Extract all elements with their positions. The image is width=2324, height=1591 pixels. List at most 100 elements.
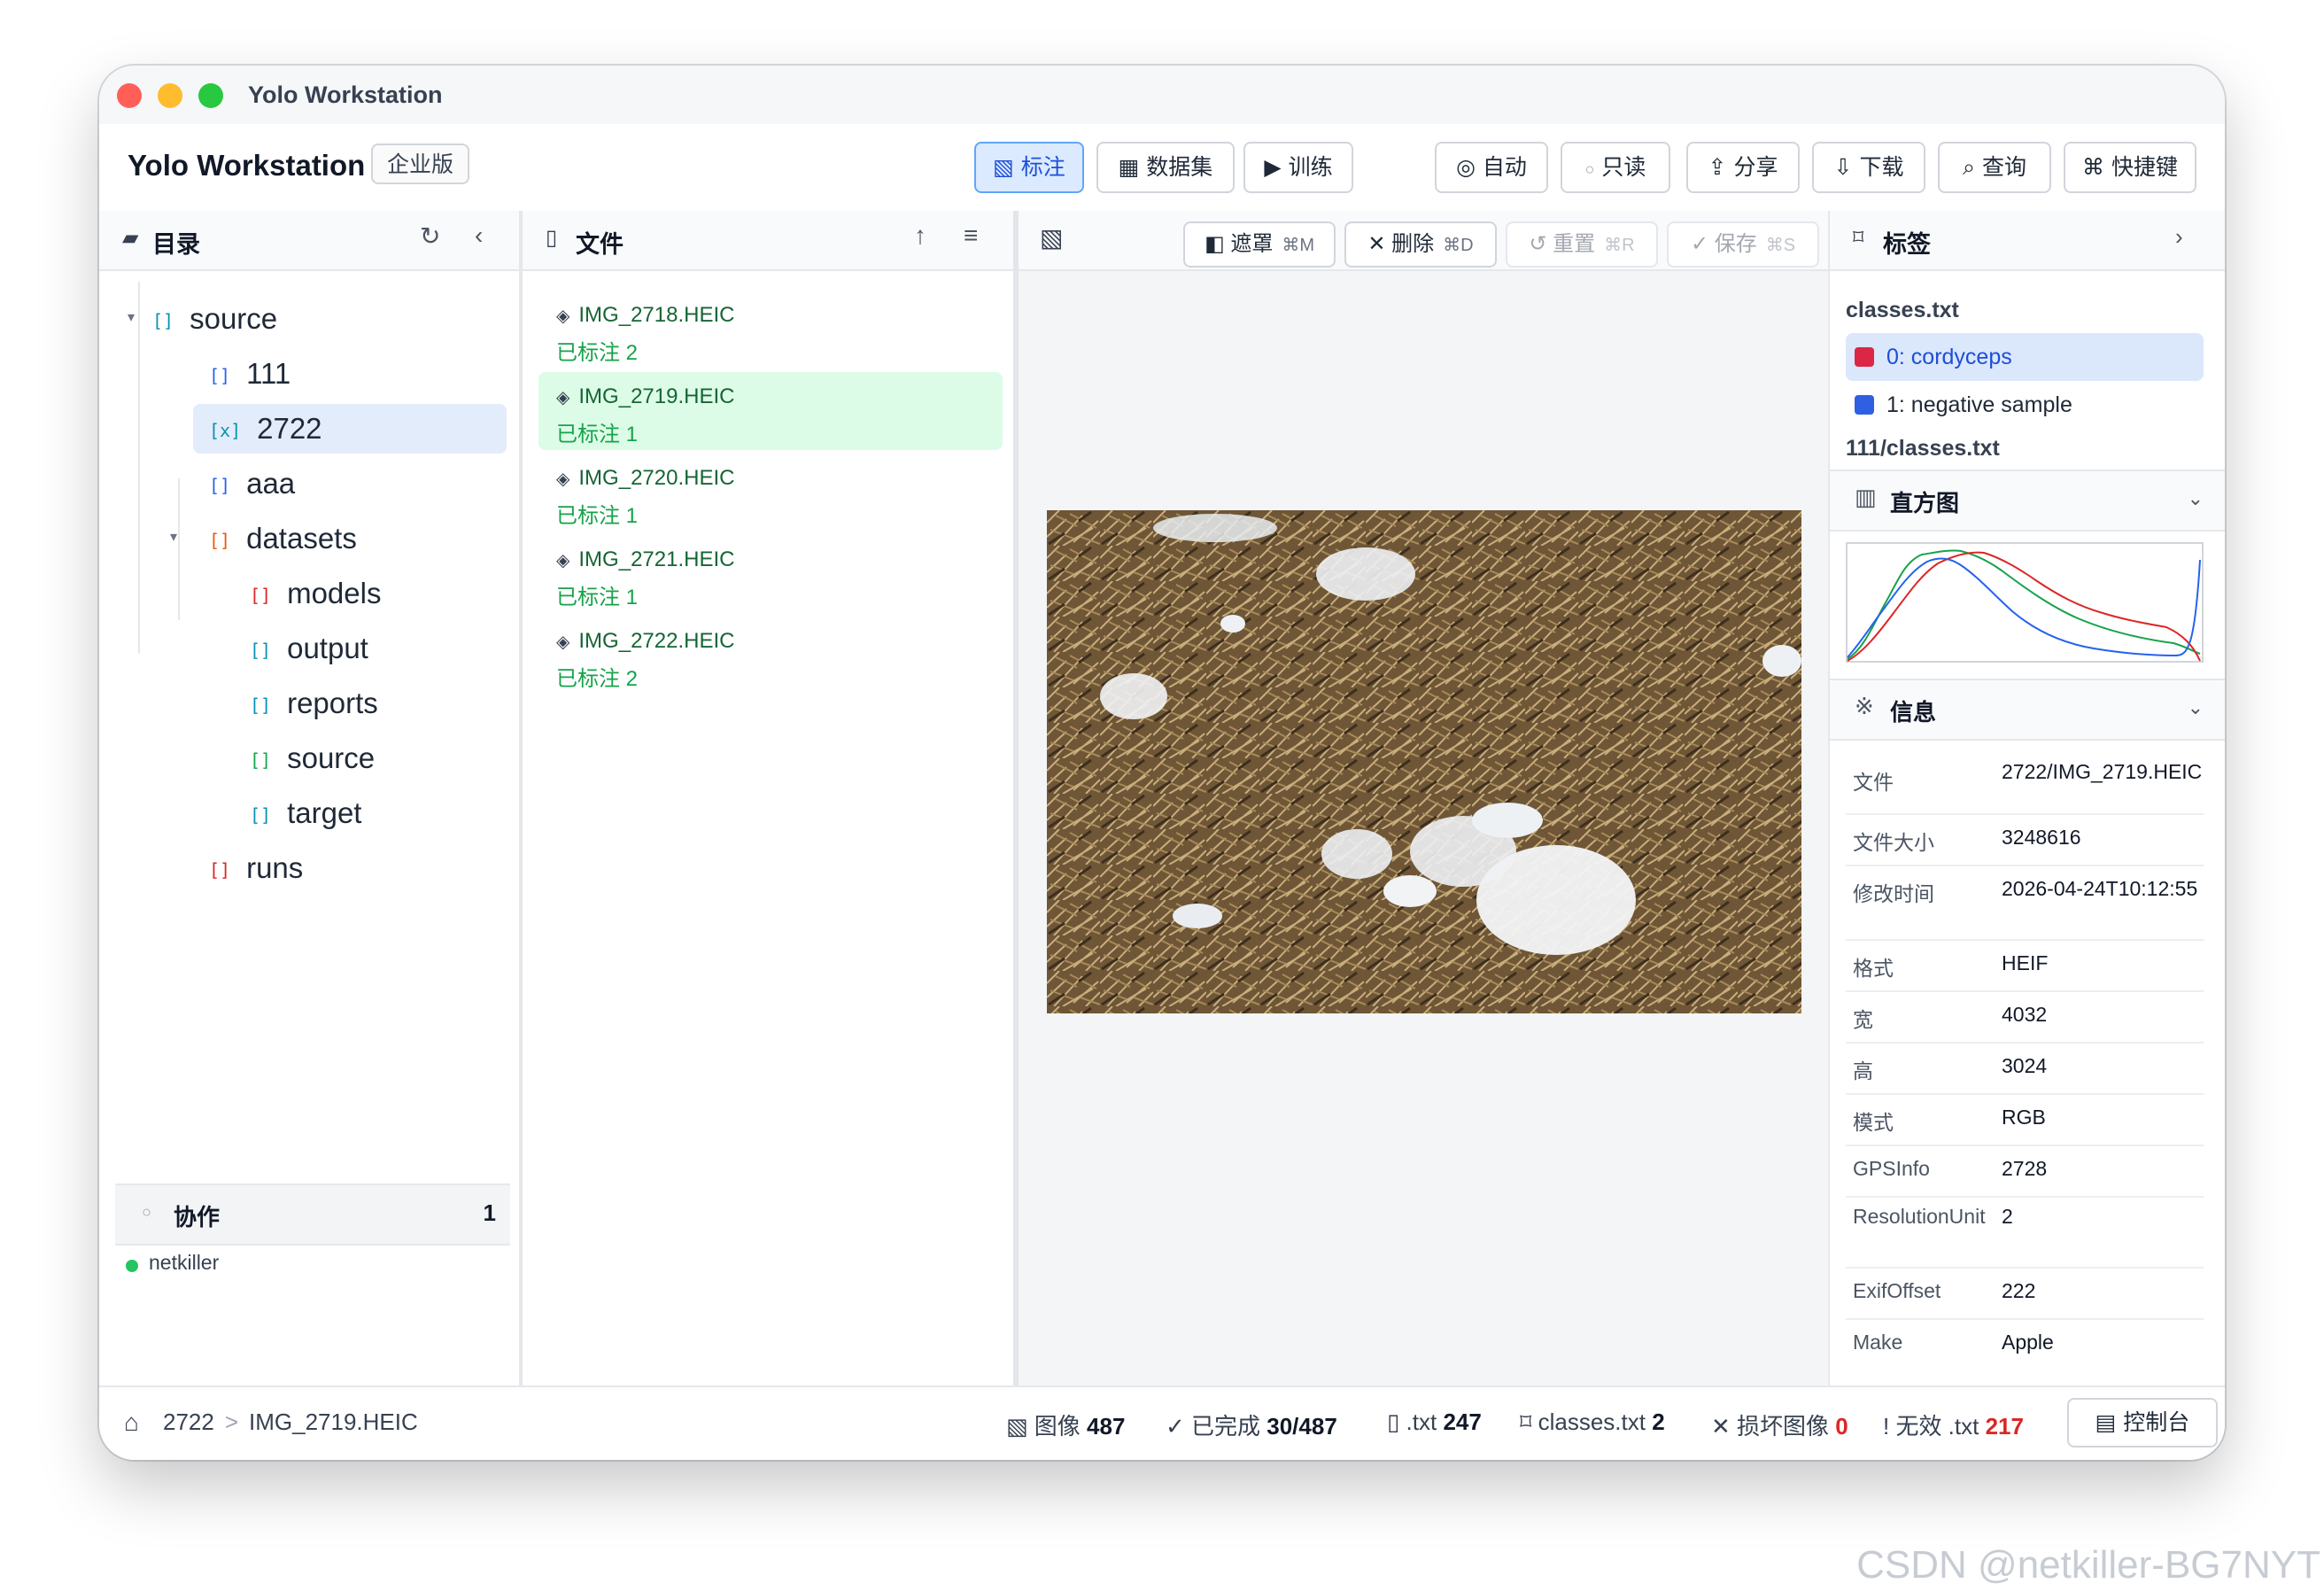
warning-icon: !: [1883, 1413, 1896, 1440]
canvas-toolbar: ▧ ◧ 遮罩 ⌘M ✕ 删除 ⌘D ↺ 重置 ⌘R ✓ 保存 ⌘S: [1019, 211, 1828, 271]
download-icon: ⇩: [1833, 155, 1853, 180]
image-icon: ▧: [1006, 1413, 1034, 1440]
histogram-header[interactable]: ▥ 直方图 ⌄: [1830, 470, 2225, 532]
breadcrumb[interactable]: 2722 > IMG_2719.HEIC: [163, 1409, 418, 1436]
annotation-image[interactable]: [1047, 510, 1801, 1013]
tree-node-reports[interactable]: [] reports: [250, 679, 378, 728]
watermark: CSDN @netkiller-BG7NYT: [1856, 1543, 2320, 1587]
directory-panel: ▰ 目录 ↻ ‹ ▾ [] source [] 111 [x] 2722 [] aaa …: [99, 211, 519, 1385]
mask-button[interactable]: ◧ 遮罩 ⌘M: [1183, 221, 1336, 268]
delete-button[interactable]: ✕ 删除 ⌘D: [1344, 221, 1497, 268]
tree-node-source[interactable]: [] source: [152, 294, 277, 344]
class-item-selected[interactable]: 0: cordyceps: [1846, 333, 2204, 381]
files-title: 文件: [576, 231, 624, 258]
app-window: Yolo Workstation Yolo Workstation 企业版 ▧ 标…: [99, 66, 2225, 1460]
check-icon: ✓: [1690, 232, 1715, 256]
tree-node-2722[interactable]: [x] 2722: [193, 404, 507, 454]
chevron-right-icon[interactable]: ›: [2175, 223, 2183, 251]
caret-down-icon[interactable]: ▾: [170, 528, 177, 546]
auto-button[interactable]: ◎ 自动: [1435, 142, 1548, 193]
tree-guide: [178, 478, 180, 620]
title-bar: Yolo Workstation: [99, 66, 2225, 126]
tree-node-output[interactable]: [] output: [250, 624, 368, 673]
labels-title: 标签: [1883, 231, 1931, 258]
tree-node-runs[interactable]: [] runs: [209, 843, 303, 893]
circle-icon: ○: [142, 1203, 151, 1221]
info-row: 修改时间 2026-04-24T10:12:55: [1846, 865, 2204, 941]
tree-node-111[interactable]: [] 111: [209, 349, 290, 399]
zoom-window-button[interactable]: [198, 83, 223, 108]
main-toolbar: Yolo Workstation 企业版 ▧ 标注 ▦ 数据集 ▶ 训练 ◎ 自动 ○ 只…: [99, 124, 2225, 213]
target-icon: ◎: [1456, 155, 1476, 180]
info-header[interactable]: ※ 信息 ⌄: [1830, 679, 2225, 741]
readonly-button[interactable]: ○ 只读: [1561, 142, 1670, 193]
tag-icon: ⌑: [1520, 1409, 1538, 1435]
chevron-down-icon[interactable]: ⌄: [2188, 487, 2204, 510]
class-item[interactable]: 1: negative sample: [1846, 381, 2204, 429]
train-button[interactable]: ▶ 训练: [1243, 142, 1353, 193]
file-item[interactable]: ◈ IMG_2722.HEIC 已标注 2: [538, 617, 1003, 695]
tree-node-datasets[interactable]: [] datasets: [209, 514, 357, 563]
tree-node-target[interactable]: [] target: [250, 788, 361, 838]
tree-node-source-sub[interactable]: [] source: [250, 733, 375, 783]
info-row: 高 3024: [1846, 1042, 2204, 1095]
info-row: 格式 HEIF: [1846, 939, 2204, 992]
circle-icon: ○: [1584, 160, 1595, 178]
files-panel: ▯ 文件 ↑ ≡ ◈ IMG_2718.HEIC 已标注 2 ◈ IMG_2719.…: [523, 211, 1013, 1385]
close-icon: ✕: [1367, 232, 1392, 256]
share-button[interactable]: ⇪ 分享: [1686, 142, 1800, 193]
labels-header: ⌑ 标签 ›: [1830, 211, 2225, 271]
collab-header[interactable]: ○ 协作 1: [115, 1184, 510, 1246]
chevron-left-icon[interactable]: ‹: [475, 221, 483, 250]
file-item-selected[interactable]: ◈ IMG_2719.HEIC 已标注 1: [538, 372, 1003, 450]
save-button[interactable]: ✓ 保存 ⌘S: [1667, 221, 1819, 268]
reset-button[interactable]: ↺ 重置 ⌘R: [1506, 221, 1658, 268]
histogram-icon: ▥: [1855, 484, 1877, 510]
file-item[interactable]: ◈ IMG_2721.HEIC 已标注 1: [538, 535, 1003, 613]
directory-header: ▰ 目录 ↻ ‹: [99, 211, 519, 271]
diamond-icon: ◈: [556, 388, 570, 407]
annotate-button[interactable]: ▧ 标注: [974, 142, 1084, 193]
tree-guide: [138, 282, 140, 654]
collab-title: 协作: [174, 1204, 221, 1230]
terminal-icon: ▤: [2095, 1410, 2117, 1435]
tree-node-models[interactable]: [] models: [250, 569, 381, 618]
close-window-button[interactable]: [117, 83, 142, 108]
home-icon[interactable]: ⌂: [124, 1409, 139, 1437]
image-grid-icon[interactable]: ▧: [1040, 223, 1063, 252]
info-icon: ※: [1855, 693, 1874, 719]
dataset-icon: ▦: [1118, 155, 1140, 180]
minimize-window-button[interactable]: [158, 83, 182, 108]
images-count: ▧ 图像 487: [1006, 1413, 1126, 1440]
tree-node-aaa[interactable]: [] aaa: [209, 459, 295, 508]
file-item[interactable]: ◈ IMG_2720.HEIC 已标注 1: [538, 454, 1003, 532]
files-header: ▯ 文件 ↑ ≡: [523, 211, 1013, 271]
online-status-dot: [126, 1260, 138, 1272]
canvas-panel: ▧ ◧ 遮罩 ⌘M ✕ 删除 ⌘D ↺ 重置 ⌘R ✓ 保存 ⌘S: [1019, 211, 1828, 1385]
shortcuts-button[interactable]: ⌘ 快捷键: [2064, 142, 2196, 193]
share-icon: ⇪: [1708, 155, 1727, 180]
sort-up-icon[interactable]: ↑: [914, 221, 926, 250]
refresh-icon[interactable]: ↻: [420, 221, 440, 251]
chevron-down-icon[interactable]: ⌄: [2188, 696, 2204, 719]
dataset-button[interactable]: ▦ 数据集: [1096, 142, 1235, 193]
query-button[interactable]: ⌕ 查询: [1938, 142, 2051, 193]
folder-icon: ▰: [122, 226, 139, 250]
classes-count: ⌑ classes.txt 2: [1520, 1409, 1665, 1435]
file-item[interactable]: ◈ IMG_2718.HEIC 已标注 2: [538, 291, 1003, 369]
annotate-icon: ▧: [993, 155, 1014, 180]
caret-down-icon[interactable]: ▾: [128, 308, 135, 326]
collab-count: 1: [483, 1199, 496, 1226]
command-icon: ⌘: [2081, 155, 2104, 180]
status-bar: ⌂ 2722 > IMG_2719.HEIC ▧ 图像 487 ✓ 已完成 30/4…: [99, 1385, 2225, 1460]
diamond-icon: ◈: [556, 470, 570, 489]
info-row: 宽 4032: [1846, 990, 2204, 1044]
console-button[interactable]: ▤ 控制台: [2067, 1398, 2218, 1447]
download-button[interactable]: ⇩ 下载: [1812, 142, 1925, 193]
info-row: 文件 2722/IMG_2719.HEIC: [1846, 748, 2204, 815]
check-icon: ✓: [1166, 1413, 1192, 1440]
classes-file-title: classes.txt: [1846, 298, 1959, 322]
menu-icon[interactable]: ≡: [964, 221, 978, 250]
file-icon: ▯: [546, 226, 558, 250]
edition-badge: 企业版: [371, 144, 470, 184]
